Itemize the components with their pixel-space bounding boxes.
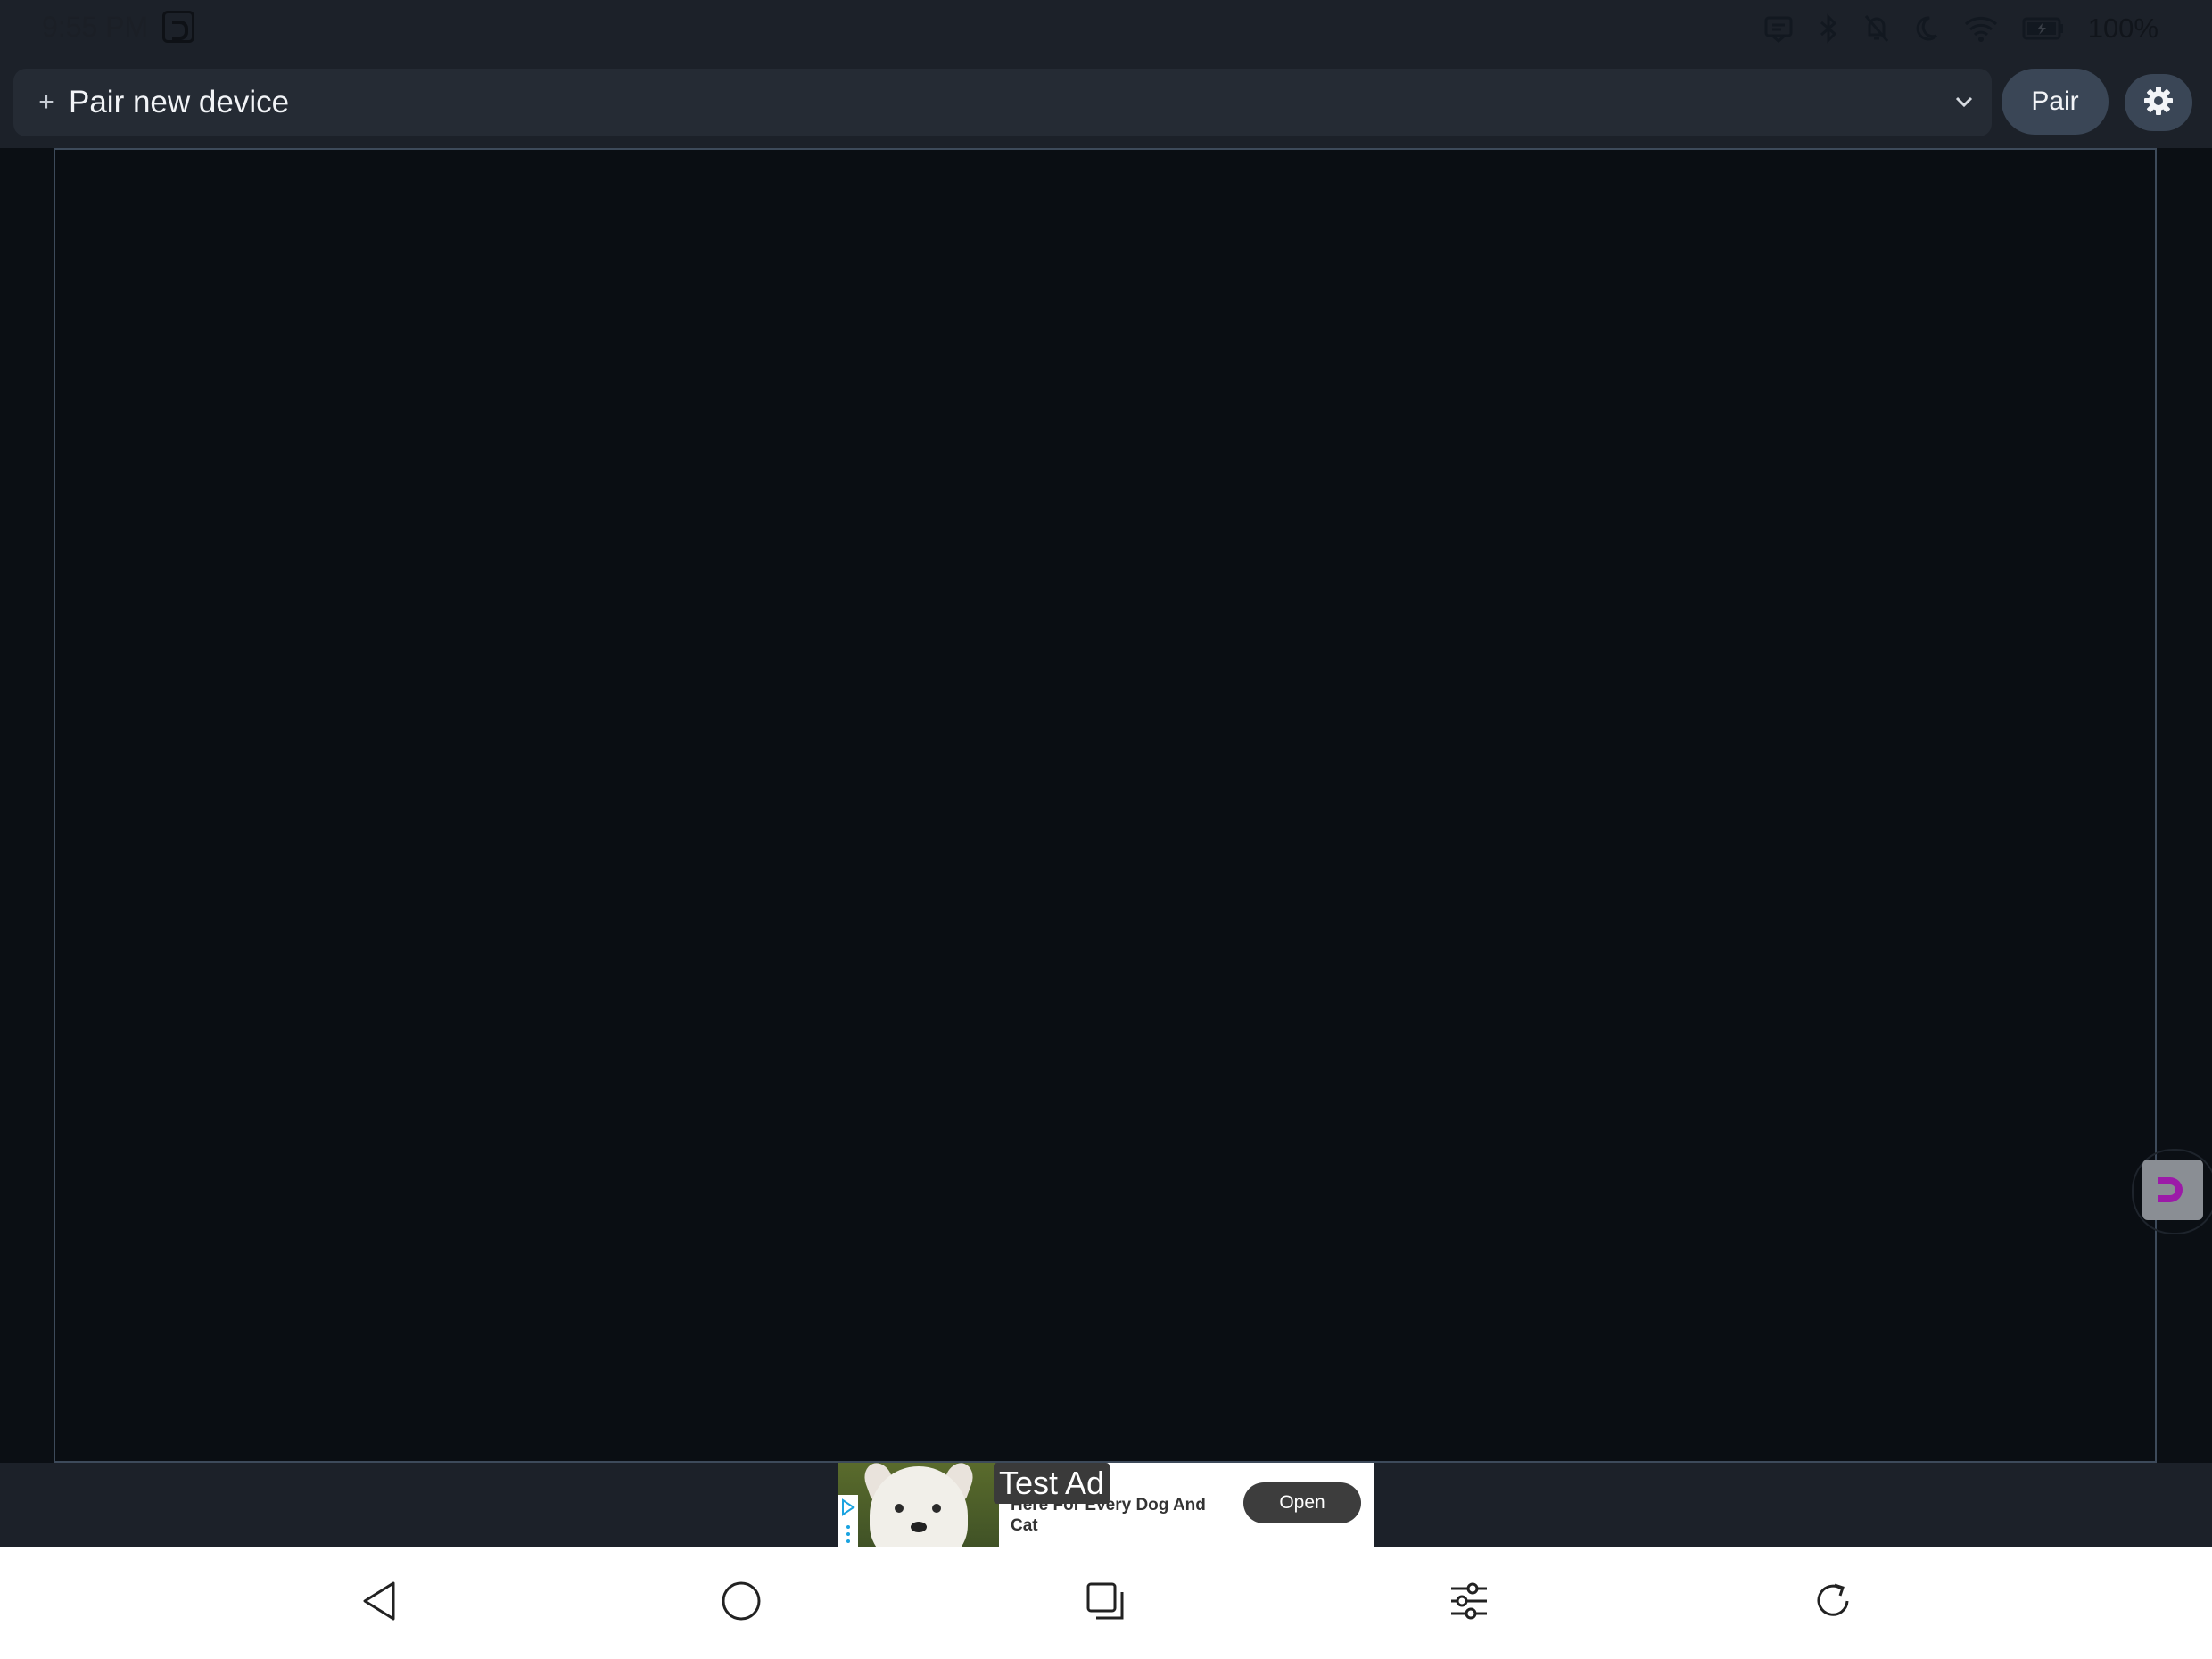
device-selector-label: Pair new device	[69, 85, 290, 120]
settings-sliders-icon	[1448, 1580, 1490, 1627]
adjustments-button[interactable]	[1443, 1577, 1495, 1629]
back-button[interactable]	[353, 1577, 405, 1629]
settings-button[interactable]	[2125, 74, 2192, 131]
top-toolbar: + Pair new device Pair	[0, 57, 2212, 148]
status-bar: 9:55 PM 100%	[0, 0, 2212, 57]
ad-dog-image	[838, 1463, 999, 1547]
bluetooth-icon	[1817, 13, 1840, 44]
status-time: 9:55 PM	[42, 11, 149, 43]
device-selector[interactable]: + Pair new device	[13, 69, 1992, 136]
status-icons: 100%	[1763, 12, 2158, 45]
plus-icon: +	[38, 87, 54, 117]
navigation-bar	[0, 1547, 2212, 1659]
ad-strip: batte Here For Every Dog And Cat Open Te…	[0, 1463, 2212, 1547]
do-not-disturb-moon-icon	[1913, 14, 1940, 43]
remote-screen-canvas[interactable]	[54, 148, 2157, 1463]
gear-icon	[2142, 85, 2175, 121]
battery-percent: 100%	[2087, 12, 2158, 44]
recents-button[interactable]	[1079, 1577, 1131, 1629]
cast-icon	[1763, 14, 1794, 43]
ad-banner[interactable]: batte Here For Every Dog And Cat Open Te…	[838, 1463, 1374, 1547]
floating-app-handle[interactable]	[2142, 1160, 2203, 1220]
home-button[interactable]	[715, 1577, 767, 1629]
app-logo-icon	[2158, 1177, 2183, 1202]
bell-off-icon	[1863, 13, 1890, 44]
test-ad-label: Test Ad	[994, 1463, 1110, 1504]
recents-icon	[1084, 1580, 1127, 1627]
dog-nose	[911, 1522, 927, 1532]
battery-charging-icon	[2022, 16, 2065, 41]
dog-eye	[932, 1504, 941, 1513]
wifi-icon	[1963, 14, 1999, 43]
rotate-button[interactable]	[1807, 1577, 1859, 1629]
dog-eye	[895, 1504, 904, 1513]
home-icon	[720, 1580, 763, 1627]
back-icon	[359, 1580, 399, 1627]
adchoices-icon[interactable]	[838, 1495, 858, 1547]
pair-button[interactable]: Pair	[2002, 69, 2109, 135]
ad-open-button[interactable]: Open	[1243, 1482, 1361, 1523]
chevron-down-icon	[1952, 90, 1976, 118]
rotate-icon	[1812, 1580, 1854, 1627]
app-notification-icon	[162, 11, 194, 43]
